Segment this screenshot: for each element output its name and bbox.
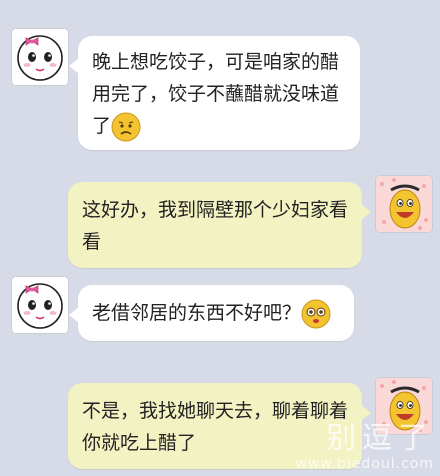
- wide-eyed-face-emoji-icon: [301, 299, 331, 329]
- message-bubble-1[interactable]: 晚上想吃饺子，可是咱家的醋用完了，饺子不蘸醋就没味道了: [69, 36, 360, 150]
- watermark: 别逗了 www.biedoul.com: [295, 421, 434, 473]
- sad-face-emoji-icon: [111, 112, 141, 142]
- message-bubble-3[interactable]: 老借邻居的东西不好吧？: [69, 285, 354, 341]
- contact-avatar-1[interactable]: [12, 29, 68, 85]
- message-text-3: 老借邻居的东西不好吧？: [92, 302, 302, 324]
- message-text-2: 这好办，我到隔壁那个少妇家看看: [82, 199, 349, 253]
- watermark-url: www.biedoul.com: [295, 456, 434, 472]
- contact-avatar-2[interactable]: [12, 277, 68, 333]
- message-bubble-2[interactable]: 这好办，我到隔壁那个少妇家看看: [68, 182, 371, 268]
- my-avatar-1[interactable]: [376, 176, 432, 232]
- watermark-main: 别逗了: [326, 421, 434, 456]
